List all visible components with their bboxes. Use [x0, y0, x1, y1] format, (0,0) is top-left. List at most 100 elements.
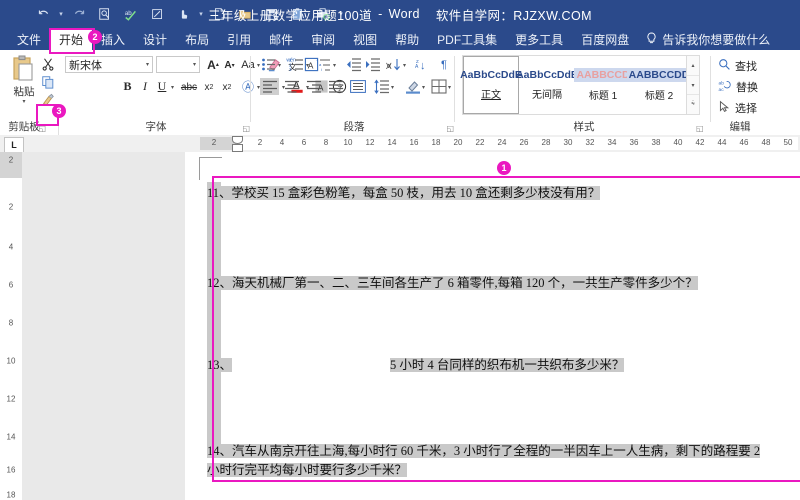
vruler-tick: 14: [6, 432, 16, 442]
show-formatting-marks-button[interactable]: A ↓ Z: [413, 56, 430, 73]
tab-mailings[interactable]: 邮件: [260, 28, 302, 50]
font-size-combobox[interactable]: ▾: [156, 56, 200, 73]
numbering-button[interactable]: 123: [288, 56, 305, 73]
paragraph-mark-button[interactable]: ¶: [436, 56, 452, 73]
bold-button[interactable]: B: [120, 78, 135, 95]
tell-me-box[interactable]: 告诉我你想要做什么: [638, 28, 778, 50]
copy-button[interactable]: [38, 74, 58, 90]
site-watermark: 软件自学网：RJZXW.COM: [435, 8, 592, 23]
paste-dropdown-icon[interactable]: ▾: [22, 99, 25, 105]
vertical-ruler[interactable]: 2 2 4 6 8 10 12 14 16 18: [0, 152, 23, 500]
tab-baidu-netdisk[interactable]: 百度网盘: [572, 28, 638, 50]
group-separator-2: [250, 56, 251, 122]
tab-layout[interactable]: 布局: [176, 28, 218, 50]
increase-indent-button[interactable]: [364, 56, 381, 73]
svg-text:Z: Z: [416, 59, 419, 64]
underline-dropdown-icon[interactable]: ▾: [171, 84, 174, 91]
page-left-background: [22, 152, 185, 500]
styles-more-icon[interactable]: ⩯: [687, 95, 699, 114]
styles-gallery[interactable]: AaBbCcDdE 正文 AaBbCcDdE 无间隔 AABBCCD 标题 1 …: [460, 55, 692, 115]
document-line-14-row1[interactable]: 14、汽车从南京开往上海,每小时行 60 千米，3 小时行了全程的一半因车上一人…: [207, 440, 761, 459]
shading-dropdown-icon[interactable]: ▾: [422, 84, 425, 91]
sort-button[interactable]: ⩙: [385, 56, 402, 73]
document-line-13-number[interactable]: 13、: [207, 354, 233, 373]
sort-dropdown-icon[interactable]: ▾: [403, 62, 406, 69]
document-line-14-row2[interactable]: 小时行完平均每小时要行多少千米？: [207, 459, 408, 478]
shrink-font-button[interactable]: A ▾: [223, 57, 236, 73]
shading-button[interactable]: [404, 78, 421, 95]
borders-button[interactable]: [430, 78, 447, 95]
svg-text:↓: ↓: [420, 60, 426, 72]
line-spacing-button[interactable]: [373, 78, 390, 95]
document-area[interactable]: 11、学校买 15 盒彩色粉笔，每盒 50 枝，用去 10 盒还剩多少枝没有用？…: [22, 152, 800, 500]
font-name-dropdown-icon[interactable]: ▾: [146, 61, 149, 68]
tab-pdf-tools[interactable]: PDF工具集: [428, 28, 506, 50]
style-item-no-spacing[interactable]: AaBbCcDdE 无间隔: [516, 56, 578, 114]
document-line-14-row1-text: 14、汽车从南京开往上海,每小时行 60 千米，3 小时行了全程的一半因车上一人…: [207, 444, 761, 458]
align-left-button[interactable]: [260, 78, 279, 95]
tab-home[interactable]: 开始: [50, 28, 93, 50]
tab-view[interactable]: 视图: [344, 28, 386, 50]
font-size-dropdown-icon[interactable]: ▾: [193, 61, 196, 68]
styles-gallery-scroll[interactable]: ▴ ▾ ⩯: [686, 55, 700, 115]
ruler-tick: 40: [673, 138, 683, 147]
distribute-button[interactable]: [348, 78, 367, 95]
styles-scroll-down-icon[interactable]: ▾: [687, 76, 699, 96]
style-item-normal[interactable]: AaBbCcDdE 正文: [460, 56, 522, 114]
select-label: 选择: [735, 103, 757, 115]
multilevel-list-dropdown-icon[interactable]: ▾: [333, 62, 336, 69]
document-line-13-body[interactable]: 5 小时 4 台同样的织布机一共织布多少米？: [390, 354, 625, 373]
tab-file[interactable]: 文件: [8, 28, 50, 50]
group-separator-4: [710, 56, 711, 122]
grow-font-button[interactable]: A ▴: [206, 56, 220, 73]
document-line-11-text: 11、学校买 15 盒彩色粉笔，每盒 50 枝，用去 10 盒还剩多少枝没有用？: [207, 186, 601, 200]
paragraph-dialog-launcher[interactable]: ◱: [446, 124, 454, 133]
justify-button[interactable]: [326, 78, 345, 95]
document-line-12[interactable]: 12、海天机械厂第一、二、三车间各生产了 6 箱零件,每箱 120 个，一共生产…: [207, 272, 698, 291]
italic-button[interactable]: I: [138, 78, 152, 95]
word-window: ▾ ab ▾ ▾ 三年级上册数学应用题100道 - Word 软件自学网：RJZ…: [0, 0, 800, 500]
subscript-button[interactable]: x2: [201, 79, 217, 95]
align-right-button[interactable]: [304, 78, 323, 95]
ruler-tick: 42: [695, 138, 705, 147]
cut-button[interactable]: [38, 56, 58, 72]
horizontal-ruler[interactable]: L 2 2 4 6 8 10 12 14 16 18 20 22 24 26 2…: [0, 135, 800, 153]
style-item-heading-1[interactable]: AABBCCD 标题 1: [574, 56, 632, 114]
styles-scroll-up-icon[interactable]: ▴: [687, 56, 699, 76]
ruler-tick: 28: [541, 138, 551, 147]
tab-help[interactable]: 帮助: [386, 28, 428, 50]
bullets-dropdown-icon[interactable]: ▾: [278, 62, 281, 69]
document-line-11[interactable]: 11、学校买 15 盒彩色粉笔，每盒 50 枝，用去 10 盒还剩多少枝没有用？: [207, 182, 601, 201]
document-page[interactable]: 11、学校买 15 盒彩色粉笔，每盒 50 枝，用去 10 盒还剩多少枝没有用？…: [185, 152, 800, 500]
align-center-button[interactable]: [282, 78, 301, 95]
select-button[interactable]: 选择: [718, 99, 757, 117]
bullets-button[interactable]: [260, 56, 277, 73]
style-item-heading-2[interactable]: AABBCCDD 标题 2: [626, 56, 692, 114]
replace-button[interactable]: ab ac 替换: [718, 78, 759, 96]
vruler-tick: 16: [6, 465, 16, 475]
font-name-combobox[interactable]: 新宋体 ▾: [65, 56, 153, 73]
group-separator-3: [454, 56, 455, 122]
first-line-indent-marker[interactable]: [232, 136, 243, 144]
line-spacing-dropdown-icon[interactable]: ▾: [391, 84, 394, 91]
strikethrough-button[interactable]: abc: [179, 80, 199, 94]
tab-references[interactable]: 引用: [218, 28, 260, 50]
superscript-button[interactable]: x2: [219, 79, 235, 95]
ruler-tick: 44: [717, 138, 727, 147]
multilevel-list-button[interactable]: 1ai: [315, 56, 332, 73]
tab-stop-selector[interactable]: L: [4, 137, 24, 153]
hanging-indent-marker[interactable]: [232, 144, 243, 152]
tab-review[interactable]: 审阅: [302, 28, 344, 50]
numbering-dropdown-icon[interactable]: ▾: [306, 62, 309, 69]
horizontal-ruler-track[interactable]: 2 2 4 6 8 10 12 14 16 18 20 22 24 26 28 …: [200, 136, 798, 152]
find-button[interactable]: 查找: [718, 57, 757, 75]
ruler-tick: 2: [257, 138, 263, 147]
tab-more-tools[interactable]: 更多工具: [506, 28, 572, 50]
tab-design[interactable]: 设计: [134, 28, 176, 50]
paste-button[interactable]: 粘贴 ▾: [6, 55, 42, 111]
font-dialog-launcher[interactable]: ◱: [242, 124, 250, 133]
decrease-indent-button[interactable]: [345, 56, 362, 73]
underline-button[interactable]: U: [155, 78, 169, 95]
styles-dialog-launcher[interactable]: ◱: [696, 124, 704, 133]
borders-dropdown-icon[interactable]: ▾: [448, 84, 451, 91]
